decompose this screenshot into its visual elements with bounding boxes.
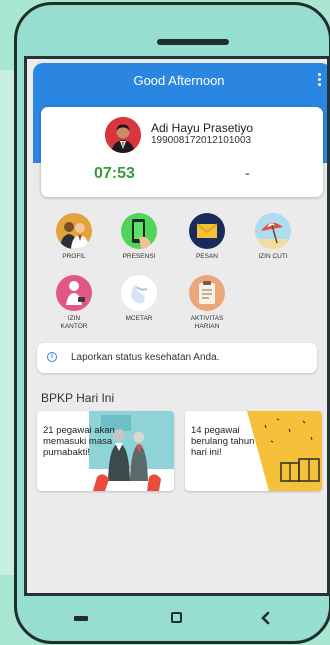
notice-text: Laporkan status kesehatan Anda. — [71, 352, 220, 363]
profile-icon — [56, 213, 92, 249]
mail-icon — [189, 213, 225, 249]
menu-profil[interactable]: PROFIL — [44, 213, 104, 261]
retirement-banner[interactable]: 21 pegawai akan memasuki masa purnabakti… — [37, 411, 174, 491]
clock-in-time: 07:53 — [94, 165, 135, 182]
section-title: BPKP Hari Ini — [41, 391, 115, 405]
menu-izin-cuti[interactable]: IZIN CUTI — [243, 213, 303, 261]
office-permit-icon — [56, 275, 92, 311]
more-vert-icon[interactable] — [315, 73, 323, 87]
health-report-notice[interactable]: i Laporkan status kesehatan Anda. — [37, 343, 317, 373]
birthday-banner[interactable]: 14 pegawai berulang tahun hari ini! — [185, 411, 322, 491]
menu-label: AKTIVITAS HARIAN — [190, 315, 224, 330]
fingerprint-phone-icon — [121, 213, 157, 249]
clock-out-time: - — [245, 165, 250, 181]
user-nip: 199008172012101003 — [151, 135, 252, 146]
greeting-title: Good Afternoon — [133, 73, 225, 88]
beach-umbrella-icon — [255, 213, 291, 249]
android-nav-bar — [24, 598, 322, 640]
info-icon: i — [47, 352, 57, 362]
menu-label: PESAN — [195, 253, 219, 260]
menu-presensi[interactable]: PRESENSI — [109, 213, 169, 261]
birthday-text: 14 pegawai berulang tahun hari ini! — [191, 425, 255, 458]
retirement-text: 21 pegawai akan memasuki masa purnabakti… — [43, 425, 115, 458]
menu-pesan[interactable]: PESAN — [177, 213, 237, 261]
menu-label: MCETAR — [125, 315, 153, 322]
menu-izin-kantor[interactable]: IZIN KANTOR — [44, 275, 104, 331]
back-icon[interactable] — [260, 611, 270, 625]
menu-label: PROFIL — [62, 253, 86, 260]
menu-label: IZIN CUTI — [258, 253, 288, 260]
menu-mcetar[interactable]: MCETAR — [109, 275, 169, 323]
clipboard-icon — [189, 275, 225, 311]
profile-card: Adi Hayu Prasetiyo 199008172012101003 07… — [41, 107, 323, 197]
menu-label: IZIN KANTOR — [60, 315, 88, 330]
menu-label: PRESENSI — [122, 253, 156, 260]
menu-aktivitas-harian[interactable]: AKTIVITAS HARIAN — [177, 275, 237, 331]
recent-apps-icon[interactable] — [74, 616, 88, 621]
avatar[interactable] — [105, 117, 141, 153]
user-name: Adi Hayu Prasetiyo — [151, 121, 254, 135]
home-icon[interactable] — [171, 612, 182, 623]
speaker — [157, 39, 229, 45]
mcetar-logo-icon — [121, 275, 157, 311]
app-screen: Good Afternoon Adi Hayu Prasetiyo 199008… — [24, 56, 330, 596]
